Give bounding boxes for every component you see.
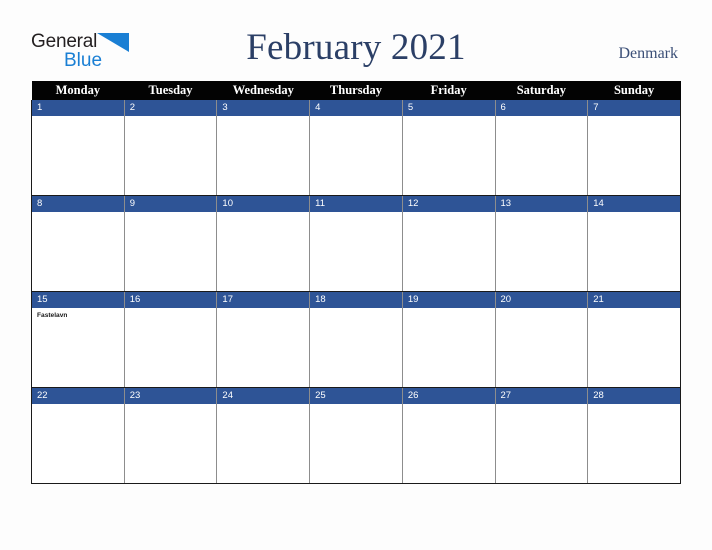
calendar-day-cell[interactable]: 15 Fastelavn: [31, 291, 125, 388]
calendar-week-row: 15 Fastelavn 16 17 18 19 20 21: [31, 291, 681, 388]
weekday-header-thursday: Thursday: [309, 81, 403, 100]
calendar-day-cell[interactable]: 24: [216, 387, 311, 484]
day-number: 15: [32, 292, 124, 308]
day-number: 12: [402, 196, 495, 212]
day-number: 7: [588, 100, 680, 116]
day-number: 21: [588, 292, 680, 308]
day-number: 1: [32, 100, 124, 116]
day-number: 9: [124, 196, 217, 212]
calendar-week-row: 22 23 24 25 26 27 28: [31, 387, 681, 484]
calendar-week-row: 1234567: [31, 100, 681, 196]
weekday-header-friday: Friday: [402, 81, 496, 100]
calendar-day-cell[interactable]: 22: [31, 387, 125, 484]
day-number: 26: [402, 388, 495, 404]
day-number: 20: [495, 292, 588, 308]
calendar-day-cell[interactable]: 7: [587, 100, 681, 196]
day-number: 5: [402, 100, 495, 116]
weekday-header-sunday: Sunday: [587, 81, 681, 100]
calendar-day-cell[interactable]: 12: [401, 195, 496, 292]
country-label: Denmark: [618, 45, 678, 62]
day-number: 23: [124, 388, 217, 404]
calendar-day-cell[interactable]: 14: [587, 195, 681, 292]
weekday-header-tuesday: Tuesday: [124, 81, 217, 100]
day-number: 22: [32, 388, 124, 404]
calendar-day-cell[interactable]: 26: [401, 387, 496, 484]
weekday-header-monday: Monday: [31, 81, 125, 100]
calendar-day-cell[interactable]: 16: [123, 291, 218, 388]
calendar-day-cell[interactable]: 28: [587, 387, 681, 484]
calendar-day-cell[interactable]: 21: [587, 291, 681, 388]
calendar-day-cell[interactable]: 10: [216, 195, 311, 292]
calendar-day-cell[interactable]: 9: [123, 195, 218, 292]
day-number: 19: [402, 292, 495, 308]
calendar-day-cell[interactable]: 8: [31, 195, 125, 292]
calendar-day-cell[interactable]: 20: [494, 291, 589, 388]
calendar-day-cell[interactable]: 19: [401, 291, 496, 388]
day-number: 13: [495, 196, 588, 212]
day-number: 2: [124, 100, 217, 116]
day-number: 11: [310, 196, 402, 212]
day-number: 24: [217, 388, 310, 404]
page-title: February 2021: [246, 27, 466, 68]
weekday-header-wednesday: Wednesday: [216, 81, 310, 100]
day-number: 17: [217, 292, 310, 308]
calendar-table: Monday Tuesday Wednesday Thursday Friday…: [31, 81, 681, 484]
calendar-day-cell[interactable]: 18: [309, 291, 403, 388]
day-number: 6: [495, 100, 588, 116]
weekday-header-saturday: Saturday: [495, 81, 588, 100]
day-number: 18: [310, 292, 402, 308]
calendar-day-cell[interactable]: 1: [31, 100, 125, 196]
day-number: 8: [32, 196, 124, 212]
weekday-header-row: Monday Tuesday Wednesday Thursday Friday…: [31, 81, 681, 100]
day-number: 14: [588, 196, 680, 212]
calendar-day-cell[interactable]: 27: [494, 387, 589, 484]
day-number: 16: [124, 292, 217, 308]
calendar-day-cell[interactable]: 2: [123, 100, 218, 196]
page-header: General Blue February 2021 Denmark: [0, 0, 712, 78]
day-number: 27: [495, 388, 588, 404]
calendar-day-cell[interactable]: 3: [216, 100, 311, 196]
calendar-week-row: 8 9 10 11 12 13 14: [31, 195, 681, 292]
day-number: 4: [310, 100, 402, 116]
calendar-day-cell[interactable]: 5: [401, 100, 496, 196]
calendar-body: 1 2 3 4 5 6 7 8 9 10 11 12 13 14 15 Fastelavn 16 17 18 19 20…: [31, 100, 681, 484]
day-number: 28: [588, 388, 680, 404]
calendar-day-cell[interactable]: 17: [216, 291, 311, 388]
holiday-event: Fastelavn: [37, 312, 68, 319]
day-number: 3: [217, 100, 310, 116]
day-events: Fastelavn: [32, 308, 124, 320]
calendar-day-cell[interactable]: 13: [494, 195, 589, 292]
calendar-day-cell[interactable]: 23: [123, 387, 218, 484]
day-number: 25: [310, 388, 402, 404]
calendar-day-cell[interactable]: 6: [494, 100, 589, 196]
day-number: 10: [217, 196, 310, 212]
calendar-day-cell[interactable]: 11: [309, 195, 403, 292]
calendar-day-cell[interactable]: 25: [309, 387, 403, 484]
calendar-day-cell[interactable]: 4: [309, 100, 403, 196]
